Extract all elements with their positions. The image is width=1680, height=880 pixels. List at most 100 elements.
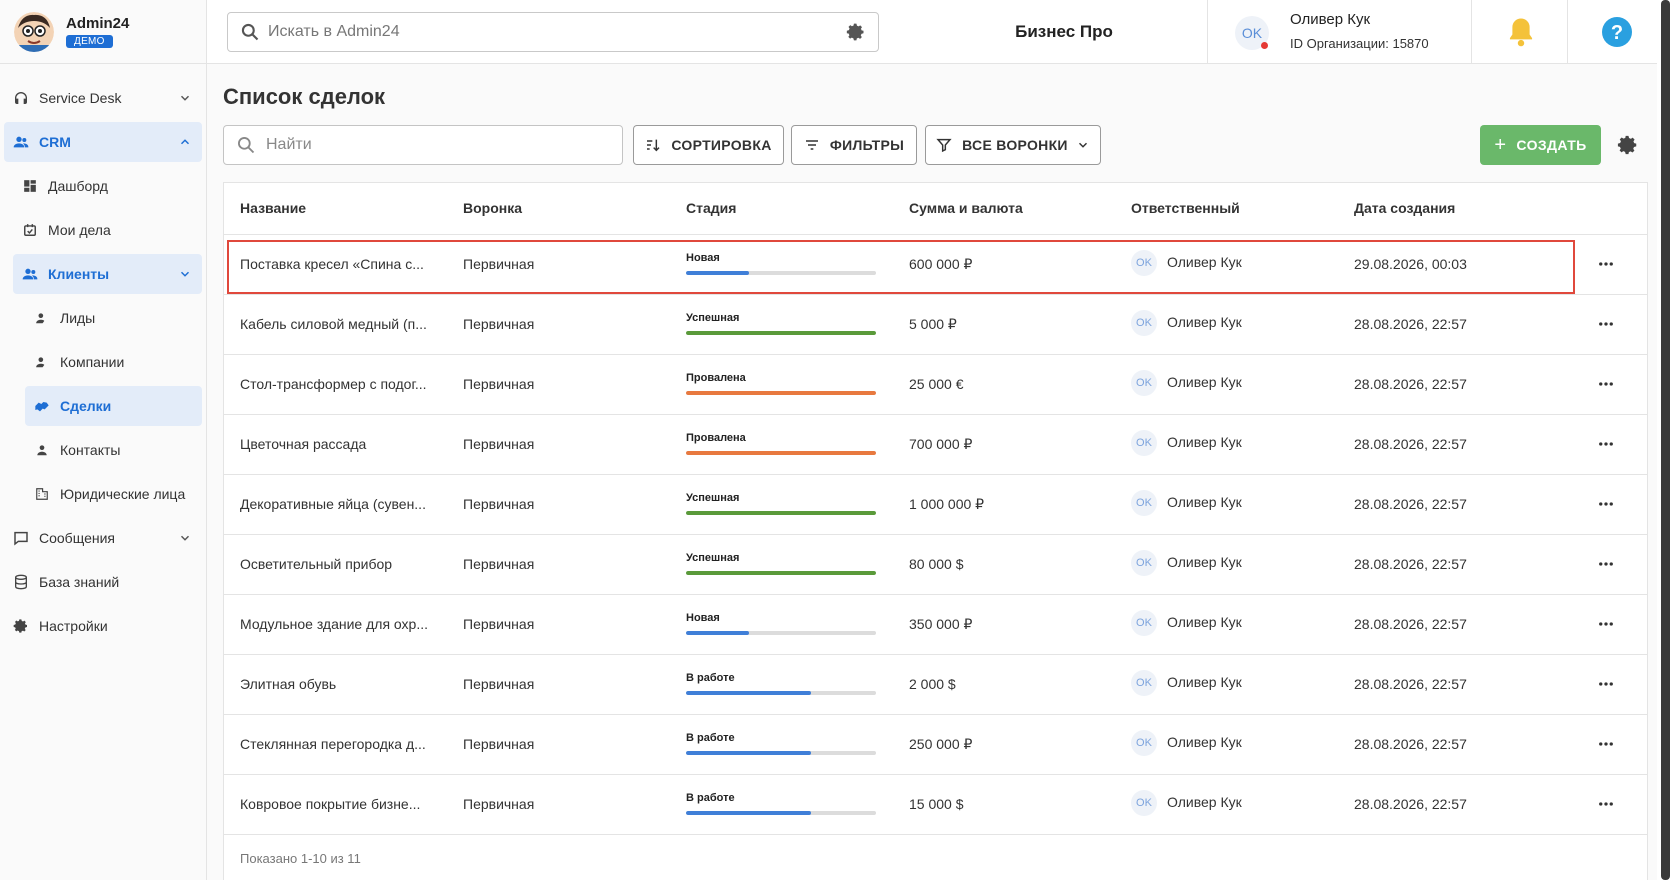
sidebar-item-label: Юридические лица <box>60 486 186 502</box>
deal-name[interactable]: Осветительный прибор <box>240 556 392 572</box>
deal-stage: Успешная <box>686 492 876 515</box>
column-header-stage[interactable]: Стадия <box>686 200 736 216</box>
deal-owner: Оливер Кук <box>1167 554 1242 570</box>
column-header-amount[interactable]: Сумма и валюта <box>909 200 1023 216</box>
more-options-icon[interactable] <box>1597 555 1615 573</box>
more-options-icon[interactable] <box>1597 375 1615 393</box>
sidebar-item-label: Сообщения <box>39 530 115 546</box>
column-header-funnel[interactable]: Воронка <box>463 200 522 216</box>
search-settings-icon[interactable] <box>846 22 866 42</box>
table-row[interactable]: Элитная обувь Первичная В работе 2 000 $ OK О… <box>224 655 1647 715</box>
deal-owner: Оливер Кук <box>1167 434 1242 450</box>
owner-avatar: OK <box>1131 550 1157 576</box>
column-header-owner[interactable]: Ответственный <box>1131 200 1240 216</box>
sidebar-item-crm[interactable]: CRM <box>4 122 202 162</box>
sidebar-item-messages[interactable]: Сообщения <box>4 518 202 558</box>
deals-search-input[interactable]: Найти <box>223 125 623 165</box>
create-button[interactable]: + СОЗДАТЬ <box>1480 125 1601 165</box>
table-settings-icon[interactable] <box>1617 134 1639 156</box>
sidebar-item-label: CRM <box>39 134 71 150</box>
table-row[interactable]: Декоративные яйца (сувен... Первичная Успе… <box>224 475 1647 535</box>
more-options-icon[interactable] <box>1597 795 1615 813</box>
svg-text:?: ? <box>1611 22 1623 44</box>
stage-progress-fill <box>686 631 749 635</box>
deal-amount: 600 000 ₽ <box>909 256 973 272</box>
user-name[interactable]: Оливер Кук <box>1290 11 1370 28</box>
sidebar-item-settings[interactable]: Настройки <box>4 606 202 646</box>
sort-icon <box>645 137 661 153</box>
sidebar-item-leads[interactable]: Лиды <box>4 298 202 338</box>
stage-progress-track <box>686 571 876 575</box>
more-options-icon[interactable] <box>1597 615 1615 633</box>
stage-progress-track <box>686 451 876 455</box>
owner-avatar: OK <box>1131 250 1157 276</box>
deal-amount: 1 000 000 ₽ <box>909 496 985 512</box>
column-header-date[interactable]: Дата создания <box>1354 200 1455 216</box>
deal-amount: 80 000 $ <box>909 556 964 572</box>
filter-button[interactable]: ФИЛЬТРЫ <box>791 125 917 165</box>
more-options-icon[interactable] <box>1597 495 1615 513</box>
stage-label: В работе <box>686 792 735 804</box>
deal-funnel: Первичная <box>463 676 535 692</box>
stage-label: Успешная <box>686 492 740 504</box>
stage-progress-fill <box>686 511 876 515</box>
table-row[interactable]: Цветочная рассада Первичная Провалена 700 0… <box>224 415 1647 475</box>
sidebar-item-clients[interactable]: Клиенты <box>13 254 202 294</box>
scrollbar[interactable] <box>1661 0 1670 880</box>
more-options-icon[interactable] <box>1597 255 1615 273</box>
more-options-icon[interactable] <box>1597 675 1615 693</box>
deal-name[interactable]: Элитная обувь <box>240 676 336 692</box>
bell-icon[interactable] <box>1506 16 1536 48</box>
deal-amount: 5 000 ₽ <box>909 316 957 332</box>
stage-label: Новая <box>686 252 720 264</box>
table-row[interactable]: Осветительный прибор Первичная Успешная 80 … <box>224 535 1647 595</box>
deal-name[interactable]: Декоративные яйца (сувен... <box>240 496 426 512</box>
sort-button[interactable]: СОРТИРОВКА <box>633 125 784 165</box>
sidebar-item-my-tasks[interactable]: Мои дела <box>4 210 202 250</box>
more-options-icon[interactable] <box>1597 315 1615 333</box>
deal-name[interactable]: Стеклянная перегородка д... <box>240 736 426 752</box>
table-row[interactable]: Поставка кресел «Спина с... Первичная Нова… <box>224 235 1647 295</box>
more-options-icon[interactable] <box>1597 435 1615 453</box>
more-options-icon[interactable] <box>1597 735 1615 753</box>
deal-amount: 350 000 ₽ <box>909 616 973 632</box>
sidebar-item-label: Дашборд <box>48 178 108 194</box>
stage-label: В работе <box>686 732 735 744</box>
table-row[interactable]: Стол-трансформер с подог... Первичная Пров… <box>224 355 1647 415</box>
deal-funnel: Первичная <box>463 376 535 392</box>
sidebar-item-knowledge-base[interactable]: База знаний <box>4 562 202 602</box>
deal-name[interactable]: Ковровое покрытие бизне... <box>240 796 420 812</box>
sidebar-item-contacts[interactable]: Контакты <box>4 430 202 470</box>
deal-name[interactable]: Поставка кресел «Спина с... <box>240 256 424 272</box>
search-icon <box>236 135 256 155</box>
funnels-dropdown[interactable]: ВСЕ ВОРОНКИ <box>925 125 1101 165</box>
deal-owner: Оливер Кук <box>1167 674 1242 690</box>
app-logo[interactable] <box>14 11 54 52</box>
global-search-input[interactable]: Искать в Admin24 <box>227 12 879 52</box>
owner-avatar: OK <box>1131 490 1157 516</box>
deal-date: 28.08.2026, 22:57 <box>1354 676 1467 692</box>
sidebar-item-label: Лиды <box>60 310 96 326</box>
deal-name[interactable]: Стол-трансформер с подог... <box>240 376 427 392</box>
chevron-down-icon <box>178 91 192 105</box>
table-row[interactable]: Ковровое покрытие бизне... Первичная В раб… <box>224 775 1647 835</box>
deal-name[interactable]: Кабель силовой медный (п... <box>240 316 427 332</box>
sidebar-item-legal-entities[interactable]: Юридические лица <box>4 474 202 514</box>
table-row[interactable]: Модульное здание для охр... Первичная Нова… <box>224 595 1647 655</box>
deal-amount: 15 000 $ <box>909 796 964 812</box>
help-icon[interactable]: ? <box>1601 16 1633 48</box>
sidebar-item-dashboard[interactable]: Дашборд <box>4 166 202 206</box>
table-row[interactable]: Стеклянная перегородка д... Первичная В ра… <box>224 715 1647 775</box>
plan-name: Бизнес Про <box>1015 21 1113 41</box>
filter-label: ФИЛЬТРЫ <box>829 137 905 153</box>
table-row[interactable]: Кабель силовой медный (п... Первичная Успе… <box>224 295 1647 355</box>
column-header-name[interactable]: Название <box>240 200 306 216</box>
deal-name[interactable]: Цветочная рассада <box>240 436 366 452</box>
database-icon <box>13 574 29 590</box>
headset-icon <box>13 90 29 106</box>
sidebar-item-deals[interactable]: Сделки <box>25 386 202 426</box>
sidebar-item-service-desk[interactable]: Service Desk <box>4 78 202 118</box>
deal-name[interactable]: Модульное здание для охр... <box>240 616 428 632</box>
sidebar-item-companies[interactable]: Компании <box>4 342 202 382</box>
deal-owner: Оливер Кук <box>1167 314 1242 330</box>
